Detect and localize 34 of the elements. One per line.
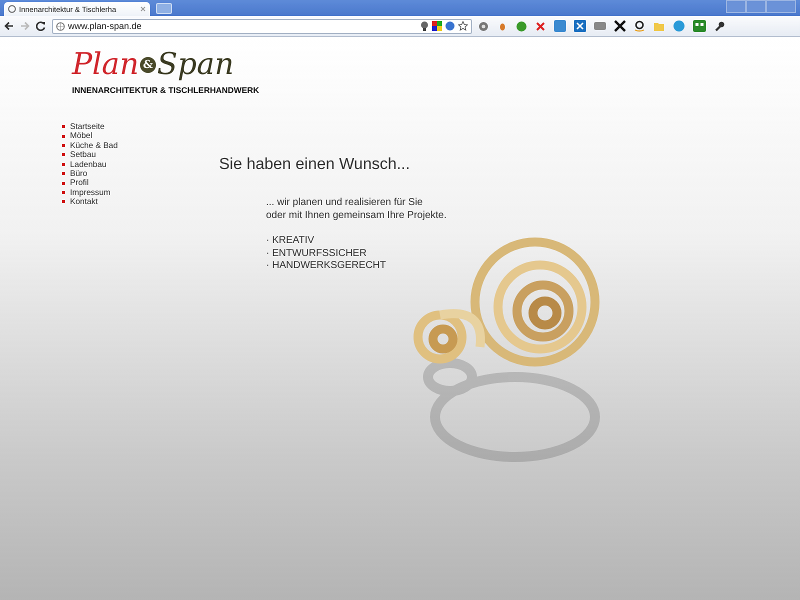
cross-icon[interactable] xyxy=(535,20,546,32)
feature-item: · HANDWERKSGERECHT xyxy=(266,260,388,272)
close-icon[interactable] xyxy=(140,6,146,12)
letter-a-icon[interactable] xyxy=(634,20,645,32)
nav-link[interactable]: Ladenbau xyxy=(62,160,182,170)
nav-link[interactable]: Küche & Bad xyxy=(62,140,182,150)
logo[interactable]: Plan&Span xyxy=(72,49,800,81)
wrench-icon[interactable] xyxy=(714,20,725,32)
globe-icon[interactable] xyxy=(445,21,455,31)
nav-link[interactable]: Möbel xyxy=(62,131,182,141)
robot-icon[interactable] xyxy=(693,20,706,32)
nav-link[interactable]: Startseite xyxy=(62,122,182,132)
heading: Sie haben einen Wunsch... xyxy=(219,156,411,174)
x-icon[interactable] xyxy=(614,20,626,32)
back-icon[interactable] xyxy=(4,21,14,31)
address-bar[interactable]: www.plan-span.de xyxy=(52,18,472,34)
nav-link[interactable]: Profil xyxy=(62,178,182,188)
intro-paragraph: ... wir planen und realisieren für Sie oder mit Ihnen gemeinsam Ihre Projekte. xyxy=(266,196,447,222)
reload-icon[interactable] xyxy=(36,21,46,31)
star-icon[interactable] xyxy=(458,21,468,31)
gear-icon[interactable] xyxy=(478,20,489,32)
feature-item: · KREATIV xyxy=(266,235,316,248)
nav-link[interactable]: Büro xyxy=(62,169,182,178)
feature-item: · ENTWURFSSICHER xyxy=(266,248,368,260)
nav-link[interactable]: Kontakt xyxy=(62,197,182,207)
lightbulb-icon[interactable] xyxy=(420,21,429,31)
nav-link[interactable]: Setbau xyxy=(62,150,182,160)
x-square-icon[interactable] xyxy=(574,20,586,32)
tagline: INNENARCHITEKTUR & TISCHLERHANDWERK xyxy=(72,85,260,95)
globe-icon xyxy=(8,5,16,13)
globe-icon xyxy=(56,22,65,30)
colored-squares-icon[interactable] xyxy=(432,21,442,31)
nav-link[interactable]: Impressum xyxy=(62,188,182,198)
url-text: www.plan-span.de xyxy=(68,21,143,31)
